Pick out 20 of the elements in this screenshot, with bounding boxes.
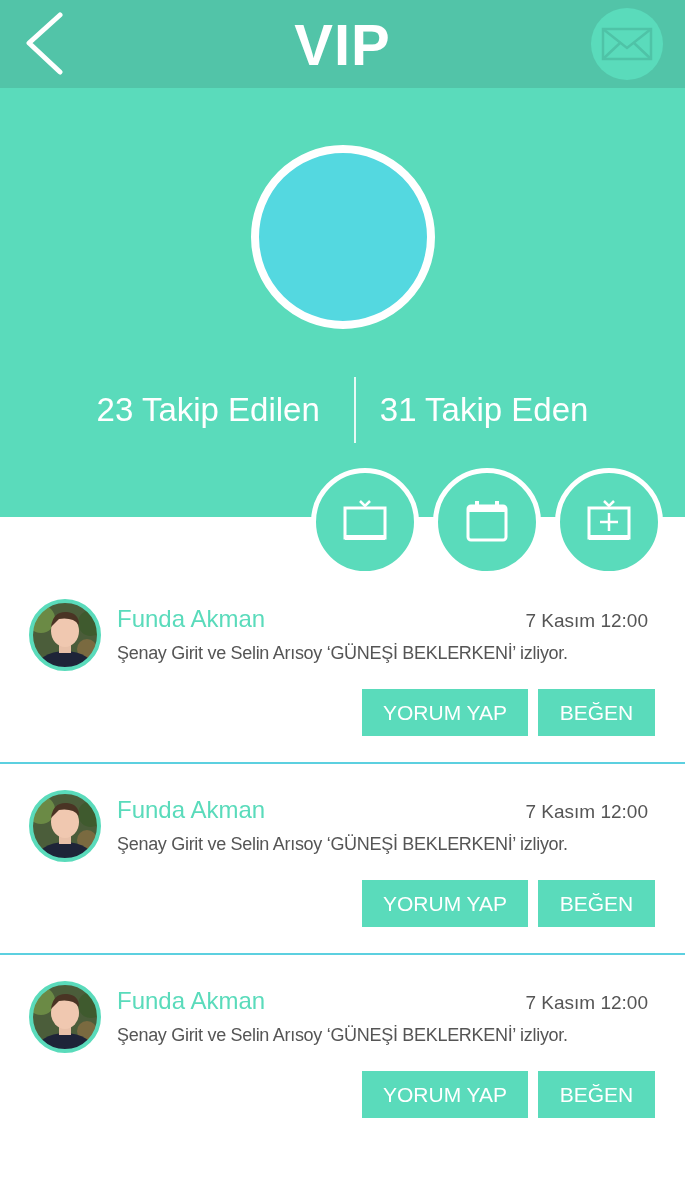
activity-text: Şenay Girit ve Selin Arısoy ‘GÜNEŞİ BEKLERKENİ’ izliyor.: [117, 834, 569, 855]
following-count[interactable]: 23 Takip Edilen: [96, 391, 320, 429]
comment-button[interactable]: YORUM YAP: [362, 689, 528, 736]
activity-text: Şenay Girit ve Selin Arısoy ‘GÜNEŞİ BEKLERKENİ’ izliyor.: [117, 643, 569, 664]
like-button[interactable]: BEĞEN: [538, 880, 655, 927]
user-name[interactable]: Funda Akman: [117, 605, 266, 633]
timestamp: 7 Kasım 12:00: [525, 992, 648, 1014]
like-button[interactable]: BEĞEN: [538, 689, 655, 736]
back-icon[interactable]: [24, 12, 64, 76]
like-button[interactable]: BEĞEN: [538, 1071, 655, 1118]
timestamp: 7 Kasım 12:00: [525, 801, 648, 823]
followers-count[interactable]: 31 Takip Eden: [379, 391, 589, 429]
user-name[interactable]: Funda Akman: [117, 987, 266, 1015]
envelope-icon[interactable]: [591, 8, 663, 80]
activity-text: Şenay Girit ve Selin Arısoy ‘GÜNEŞİ BEKLERKENİ’ izliyor.: [117, 1025, 569, 1046]
app-logo: VIP: [294, 10, 391, 78]
comment-button[interactable]: YORUM YAP: [362, 880, 528, 927]
timestamp: 7 Kasım 12:00: [525, 610, 648, 632]
comment-button[interactable]: YORUM YAP: [362, 1071, 528, 1118]
user-name[interactable]: Funda Akman: [117, 796, 266, 824]
